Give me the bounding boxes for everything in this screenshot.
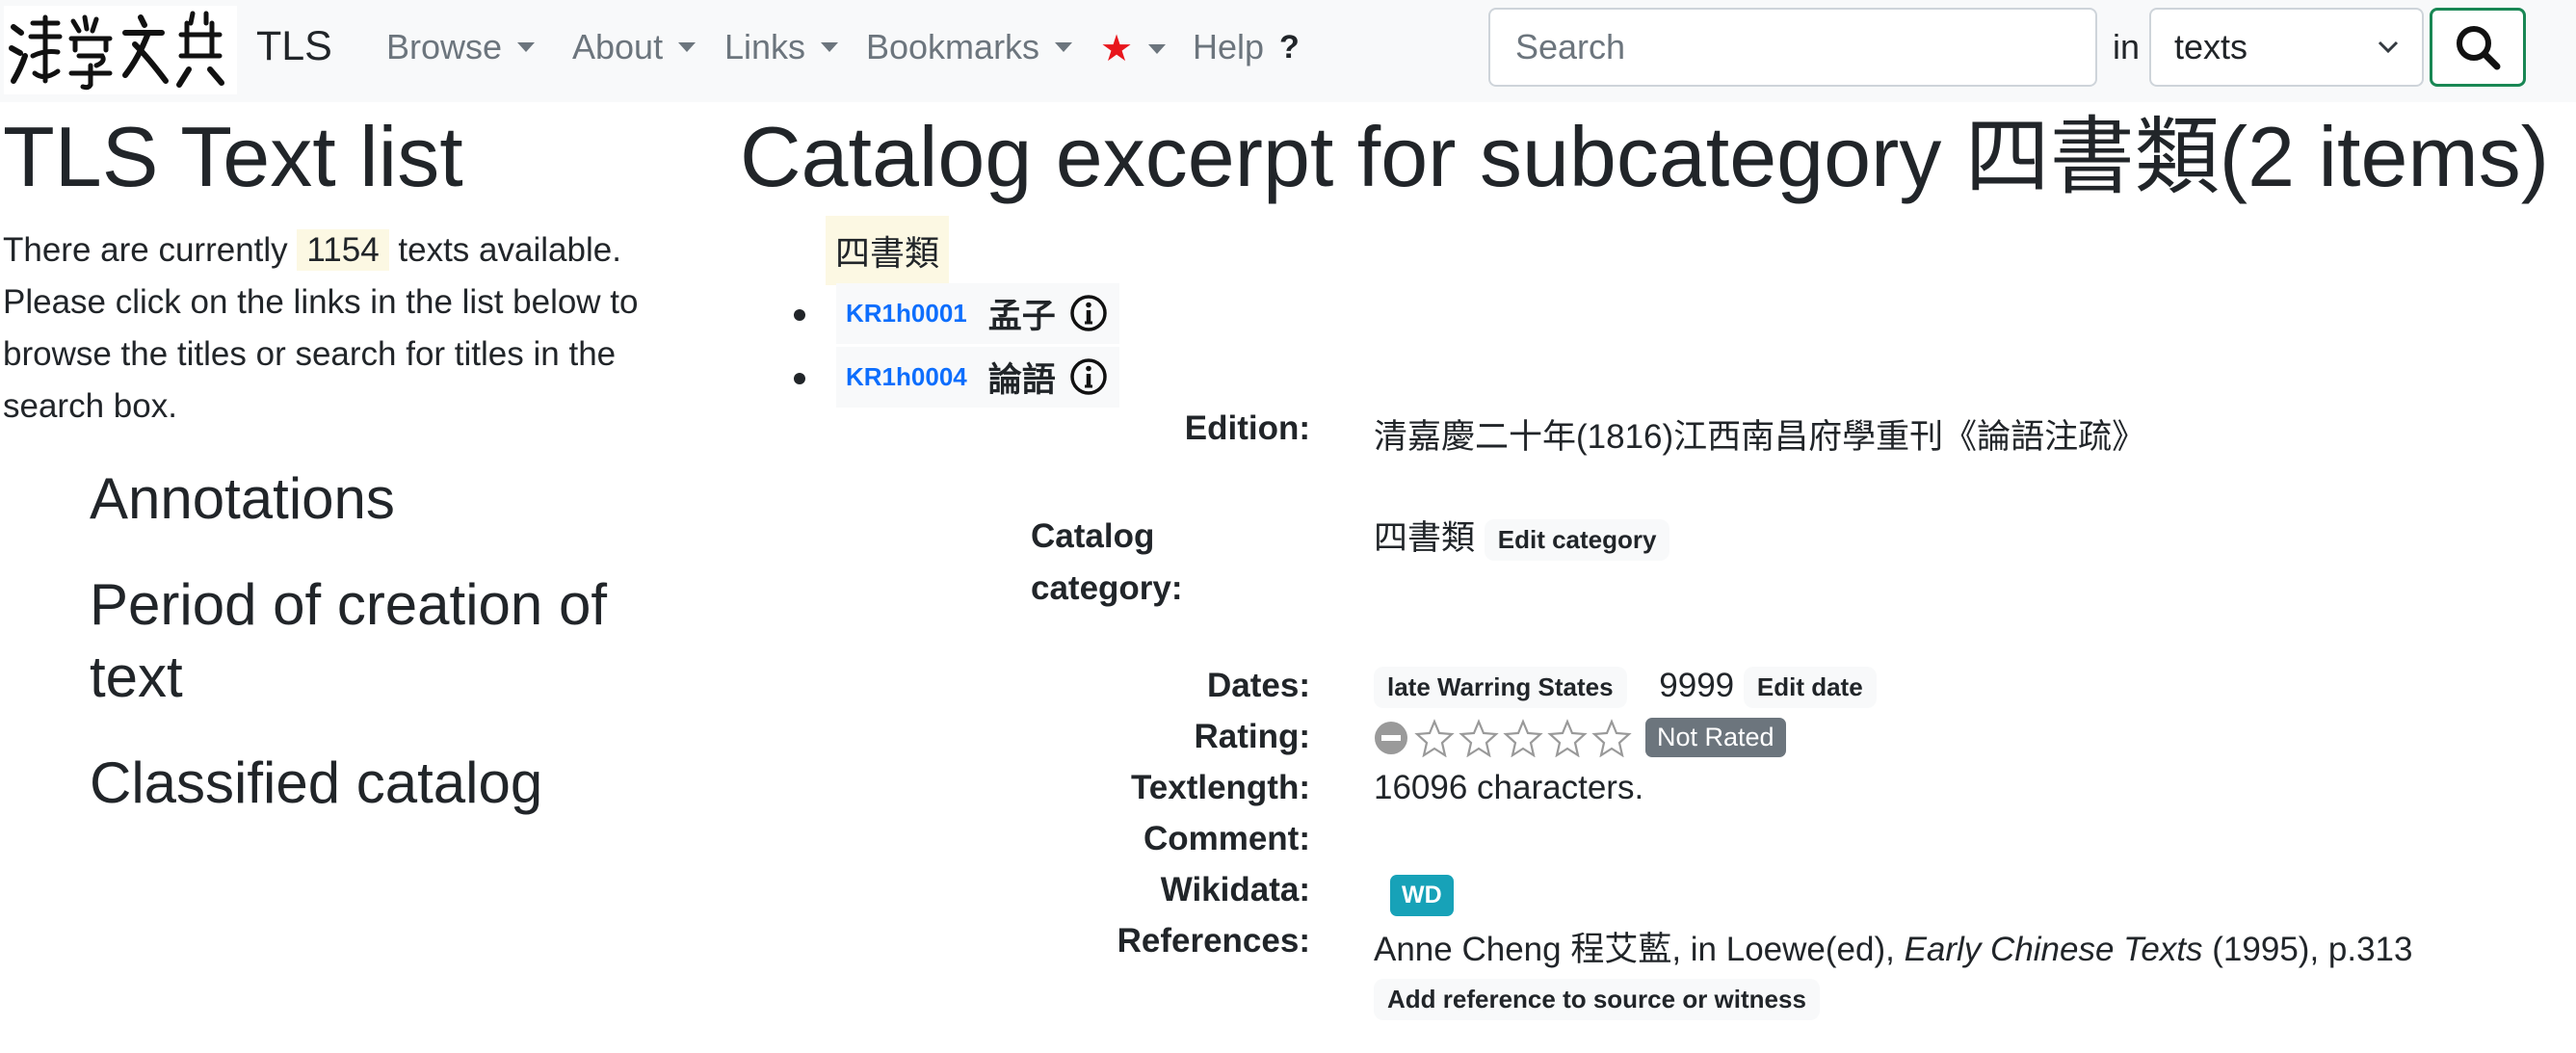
add-reference-row: Add reference to source or witness <box>1374 979 1820 1020</box>
dates-value: late Warring States 9999 Edit date <box>1374 667 1877 709</box>
chevron-down-icon <box>821 42 839 52</box>
nav-about[interactable]: About <box>572 27 697 67</box>
intro-text: There are currently 1154 texts available… <box>3 224 677 433</box>
text-id-link[interactable]: KR1h0001 <box>836 293 977 334</box>
star-outline-icon[interactable] <box>1414 718 1455 757</box>
ref-book-title: Early Chinese Texts <box>1904 931 2203 968</box>
chevron-down-icon <box>517 42 536 52</box>
intro-before: There are currently <box>3 231 298 269</box>
nav-favorites[interactable]: ★ <box>1100 27 1167 70</box>
link-period-of-creation[interactable]: Period of creation of text <box>90 568 668 713</box>
list-item: KR1h0001 孟子 <box>794 281 1119 345</box>
chevron-down-icon <box>678 42 697 52</box>
nav-help[interactable]: Help ? <box>1193 27 1300 67</box>
page-title: TLS Text list <box>3 109 463 204</box>
rating-label: Rating: <box>1194 718 1310 755</box>
dates-number: 9999 <box>1659 667 1735 704</box>
text-title: 孟子 <box>987 297 1056 335</box>
edition-label: Edition: <box>1184 409 1310 447</box>
list-item: KR1h0004 論語 <box>794 345 1119 408</box>
edit-category-button[interactable]: Edit category <box>1484 519 1670 562</box>
link-classified-catalog[interactable]: Classified catalog <box>90 747 668 819</box>
rating-widget: Not Rated <box>1372 718 1786 757</box>
bullet <box>794 373 805 384</box>
references-value: Anne Cheng 程艾藍, in Loewe(ed), Early Chin… <box>1374 922 2412 971</box>
category-tag: 四書類 <box>826 216 950 285</box>
star-outline-icon[interactable] <box>1459 718 1499 757</box>
references-label: References: <box>1117 922 1310 960</box>
nav-links[interactable]: Links <box>724 27 839 67</box>
comment-label: Comment: <box>1143 820 1310 857</box>
text-id-link[interactable]: KR1h0004 <box>836 356 977 398</box>
nav-browse[interactable]: Browse <box>386 27 536 67</box>
calligraphy-logo-icon <box>9 11 224 91</box>
add-reference-button[interactable]: Add reference to source or witness <box>1374 979 1820 1020</box>
catalog-label-line2: category: <box>1031 569 1183 607</box>
dates-label: Dates: <box>1207 667 1310 704</box>
wikidata-badge[interactable]: WD <box>1390 875 1454 916</box>
text-title: 論語 <box>987 360 1056 399</box>
edit-date-button[interactable]: Edit date <box>1743 667 1877 709</box>
ref-author: Anne Cheng 程艾藍, in Loewe(ed), <box>1374 931 1905 968</box>
clear-rating-icon[interactable] <box>1372 719 1410 757</box>
nav-help-label: Help <box>1193 27 1265 66</box>
wikidata-label: Wikidata: <box>1160 871 1310 908</box>
ref-rest: (1995), p.313 <box>2202 931 2413 968</box>
not-rated-badge: Not Rated <box>1645 718 1786 757</box>
catalog-category-text: 四書類 <box>1374 519 1476 557</box>
textlength-value: 16096 characters. <box>1374 769 1644 806</box>
info-icon[interactable] <box>1067 355 1110 398</box>
search-input[interactable] <box>1488 8 2097 87</box>
chevron-down-icon <box>2378 40 2399 54</box>
search-scope-value: texts <box>2174 27 2248 66</box>
nav-links-label: Links <box>724 27 806 66</box>
navbar: TLS Browse About Links Bookmarks ★ Help … <box>0 0 2576 102</box>
nav-bookmarks[interactable]: Bookmarks <box>866 27 1073 67</box>
search-button[interactable] <box>2430 8 2526 87</box>
dates-period: late Warring States <box>1374 667 1627 709</box>
edition-value: 清嘉慶二十年(1816)江西南昌府學重刊《論語注疏》 <box>1374 418 2146 456</box>
star-outline-icon[interactable] <box>1591 718 1632 757</box>
star-outline-icon[interactable] <box>1503 718 1543 757</box>
chevron-down-icon <box>1055 42 1073 52</box>
nav-browse-label: Browse <box>386 27 503 66</box>
bullet <box>794 309 805 321</box>
star-icon: ★ <box>1100 29 1134 69</box>
text-list: KR1h0001 孟子 KR1h0004 論語 <box>794 281 1119 408</box>
catalog-label-line1: Catalog <box>1031 517 1155 555</box>
nav-bookmarks-label: Bookmarks <box>866 27 1040 66</box>
question-mark-icon: ? <box>1279 28 1300 66</box>
star-outline-icon[interactable] <box>1547 718 1588 757</box>
text-count: 1154 <box>297 229 389 271</box>
brand-logo[interactable] <box>4 6 237 94</box>
search-scope-select[interactable]: texts <box>2149 8 2424 87</box>
info-icon[interactable] <box>1067 292 1110 334</box>
search-icon <box>2457 26 2501 70</box>
catalog-title: Catalog excerpt for subcategory 四書類(2 it… <box>740 109 2550 204</box>
catalog-category-label: Catalog category: <box>1031 511 1183 615</box>
catalog-category-value: 四書類 Edit category <box>1374 511 1670 562</box>
chevron-down-icon <box>1148 43 1167 54</box>
search-scope-label: in <box>2113 27 2141 66</box>
text-entry: KR1h0001 孟子 <box>836 282 1119 344</box>
brand-name[interactable]: TLS <box>256 23 332 70</box>
link-annotations[interactable]: Annotations <box>90 462 668 535</box>
text-entry: KR1h0004 論語 <box>836 346 1119 408</box>
nav-about-label: About <box>572 27 664 66</box>
textlength-label: Textlength: <box>1130 769 1310 806</box>
